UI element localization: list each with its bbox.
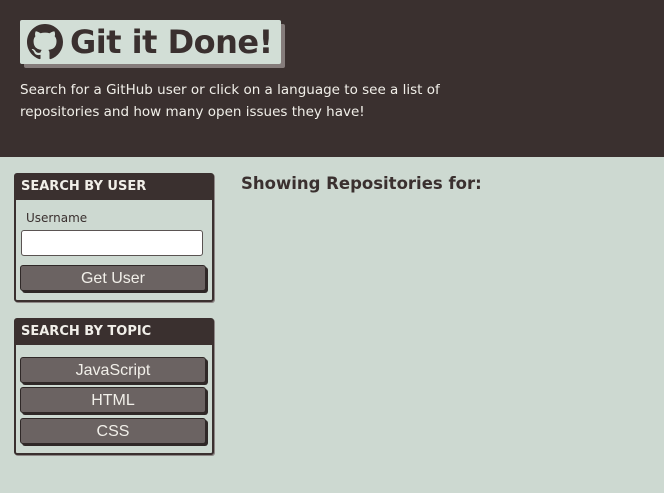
page-header: Git it Done! Search for a GitHub user or… — [0, 0, 664, 157]
language-button-javascript[interactable]: JavaScript — [20, 357, 206, 383]
username-label: Username — [26, 211, 88, 225]
search-by-user-card: SEARCH BY USER Username Get User — [14, 173, 214, 302]
app-title: Git it Done! — [70, 23, 273, 61]
get-user-button[interactable]: Get User — [20, 265, 206, 291]
search-by-topic-card: SEARCH BY TOPIC JavaScript HTML CSS — [14, 318, 214, 455]
app-logo: Git it Done! — [20, 20, 281, 64]
search-by-user-heading: SEARCH BY USER — [15, 174, 213, 200]
repos-heading: Showing Repositories for: — [241, 174, 482, 193]
intro-text: Search for a GitHub user or click on a l… — [20, 82, 440, 120]
username-input[interactable] — [21, 230, 203, 256]
language-button-html[interactable]: HTML — [20, 387, 206, 413]
search-by-topic-heading: SEARCH BY TOPIC — [15, 319, 213, 345]
language-button-css[interactable]: CSS — [20, 418, 206, 444]
github-icon — [26, 23, 64, 61]
